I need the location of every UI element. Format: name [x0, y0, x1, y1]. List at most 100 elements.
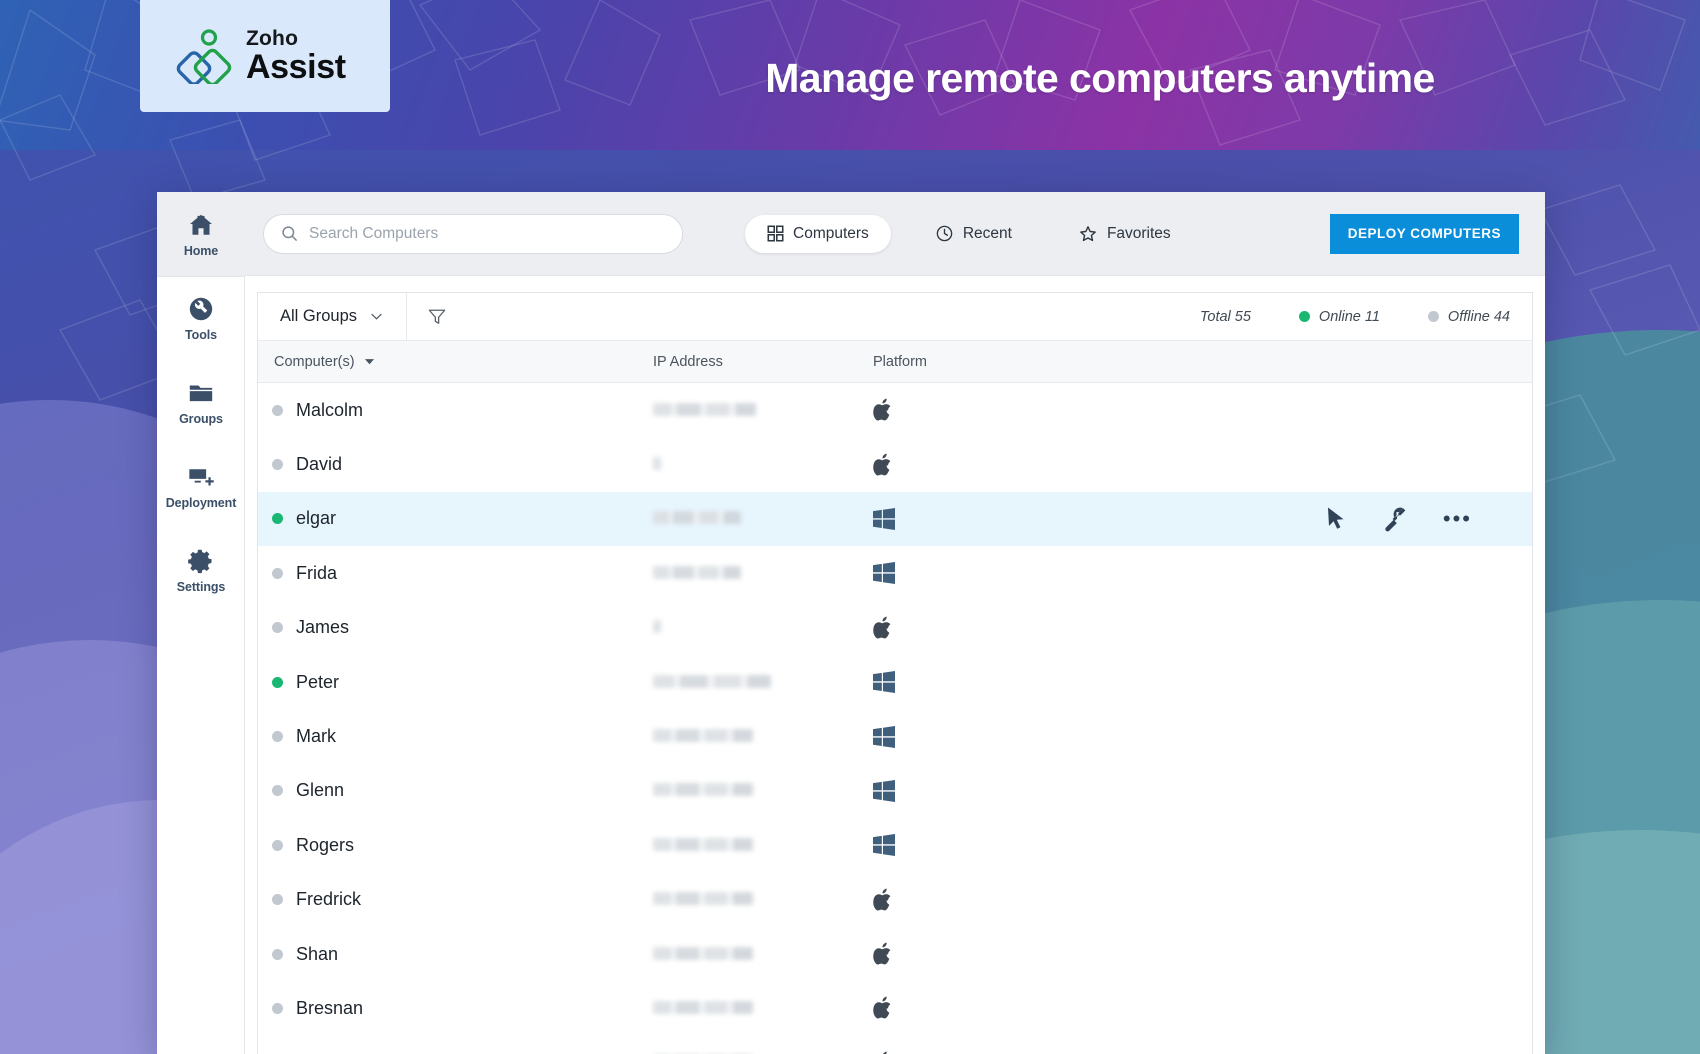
computer-name-label: Shan	[296, 943, 339, 964]
app-window: Home Tools Groups Deployment Settings Se…	[157, 192, 1545, 1054]
ip-address-redacted	[653, 620, 661, 634]
tab-favorites-label: Favorites	[1106, 224, 1171, 242]
table-row[interactable]: Mark	[258, 709, 1532, 763]
tab-computers[interactable]: Computers	[745, 214, 891, 253]
sidebar-item-home-label: Home	[183, 243, 219, 258]
cell-computer-name: Mark	[258, 726, 653, 747]
table-row[interactable]: elgar •••	[258, 491, 1532, 547]
sidebar-item-groups[interactable]: Groups	[157, 360, 245, 444]
logo-zoho-text: Zoho	[246, 27, 299, 50]
sort-caret-down-icon	[364, 359, 374, 365]
computer-name-label: Mark	[296, 726, 336, 747]
table-row[interactable]: Peter	[258, 655, 1532, 709]
sidebar-item-tools[interactable]: Tools	[157, 276, 245, 360]
cell-ip-address	[653, 672, 873, 693]
total-count-label: Total 55	[1199, 308, 1251, 325]
table-row[interactable]: Malcolm	[258, 383, 1532, 437]
cell-ip-address	[653, 835, 873, 856]
row-status-dot	[272, 839, 283, 851]
sidebar-item-deployment[interactable]: Deployment	[157, 444, 245, 528]
windows-icon	[873, 725, 895, 748]
computer-name-label: David	[296, 454, 343, 475]
windows-icon	[873, 507, 895, 530]
filter-button[interactable]	[407, 307, 467, 327]
search-box[interactable]	[263, 213, 683, 254]
cell-ip-address	[653, 617, 873, 638]
computer-name-label: Peter	[296, 671, 340, 692]
cell-ip-address	[653, 780, 873, 801]
apple-icon	[873, 997, 891, 1019]
table-row[interactable]: Rogers	[258, 818, 1532, 872]
cell-ip-address	[653, 563, 873, 584]
cell-platform	[873, 834, 1532, 857]
tools-action[interactable]	[1383, 506, 1407, 532]
tab-recent[interactable]: Recent	[913, 214, 1034, 253]
cell-computer-name: elgar	[258, 508, 653, 529]
table-row[interactable]: James	[258, 601, 1532, 655]
cell-computer-name: Bresnan	[258, 998, 653, 1019]
table-row[interactable]: Fredrick	[258, 873, 1532, 927]
table-row[interactable]: Bresnan	[258, 981, 1532, 1035]
tools-wrench-icon	[189, 297, 213, 320]
column-header-platform: Platform	[873, 353, 927, 370]
group-selector[interactable]: All Groups	[258, 293, 408, 340]
computer-name-label: Fredrick	[296, 889, 362, 910]
apple-icon	[873, 616, 891, 639]
online-count-label: Online 11	[1318, 308, 1380, 325]
logo-assist-text: Assist	[246, 48, 346, 86]
hero-headline: Manage remote computers anytime	[765, 55, 1435, 101]
more-options-action[interactable]: •••	[1443, 507, 1472, 530]
remote-cursor-icon	[1327, 507, 1344, 529]
tab-computers-label: Computers	[793, 224, 869, 242]
deploy-computers-button[interactable]: DEPLOY COMPUTERS	[1329, 213, 1519, 254]
cell-computer-name: Frida	[258, 563, 653, 584]
row-status-dot	[272, 1002, 283, 1014]
row-status-dot	[272, 785, 283, 797]
apple-icon	[873, 453, 891, 476]
offline-count: Offline 44	[1427, 309, 1510, 325]
screenshot-root: Zoho Assist Manage remote computers anyt…	[0, 0, 1700, 1054]
tab-recent-label: Recent	[962, 224, 1012, 242]
table-row[interactable]	[258, 1036, 1532, 1054]
cell-computer-name: Rogers	[258, 835, 653, 856]
table-row[interactable]: David	[258, 437, 1532, 491]
cell-ip-address	[653, 889, 873, 910]
filter-bar: All Groups Total 55 Online 11 Offline 44	[258, 293, 1532, 341]
table-row[interactable]: Shan	[258, 927, 1532, 981]
computer-name-label: Frida	[296, 562, 338, 583]
windows-icon	[873, 834, 895, 857]
sidebar-item-settings[interactable]: Settings	[157, 528, 245, 612]
status-counts: Total 55 Online 11 Offline 44	[1152, 309, 1532, 325]
table-row[interactable]: Glenn	[258, 764, 1532, 818]
home-icon	[190, 214, 212, 235]
sidebar-item-deployment-label: Deployment	[165, 495, 237, 510]
main-area: Computers Recent Favorites	[245, 192, 1545, 1054]
wrench-icon	[1385, 507, 1406, 532]
computer-name-label: elgar	[296, 508, 337, 529]
column-header-computers[interactable]: Computer(s)	[258, 354, 653, 370]
ip-address-redacted	[653, 837, 753, 851]
search-input[interactable]	[309, 224, 666, 243]
remote-control-action[interactable]	[1325, 506, 1347, 532]
cell-ip-address	[653, 944, 873, 965]
table-row[interactable]: Frida	[258, 546, 1532, 600]
search-icon	[282, 226, 297, 241]
online-status-dot	[1298, 311, 1310, 322]
cell-computer-name: David	[258, 454, 653, 475]
cell-platform	[873, 452, 1532, 478]
ip-address-redacted	[653, 511, 741, 525]
cell-computer-name: James	[258, 617, 653, 638]
row-status-dot	[272, 404, 283, 416]
windows-icon	[873, 779, 895, 802]
apple-icon	[873, 398, 891, 421]
row-status-dot	[272, 894, 283, 906]
brand-logo-card: Zoho Assist	[140, 0, 390, 112]
offline-status-dot	[1427, 311, 1439, 322]
ip-address-redacted	[653, 892, 753, 906]
table-header-row: Computer(s) IP Address Platform	[258, 341, 1532, 383]
ip-address-redacted	[653, 565, 741, 579]
sidebar-item-home[interactable]: Home	[157, 192, 245, 277]
gear-icon	[188, 549, 212, 573]
computers-list: Malcolm David elgar ••• Frida James Peter Mark G…	[258, 383, 1532, 1054]
tab-favorites[interactable]: Favorites	[1056, 214, 1193, 254]
